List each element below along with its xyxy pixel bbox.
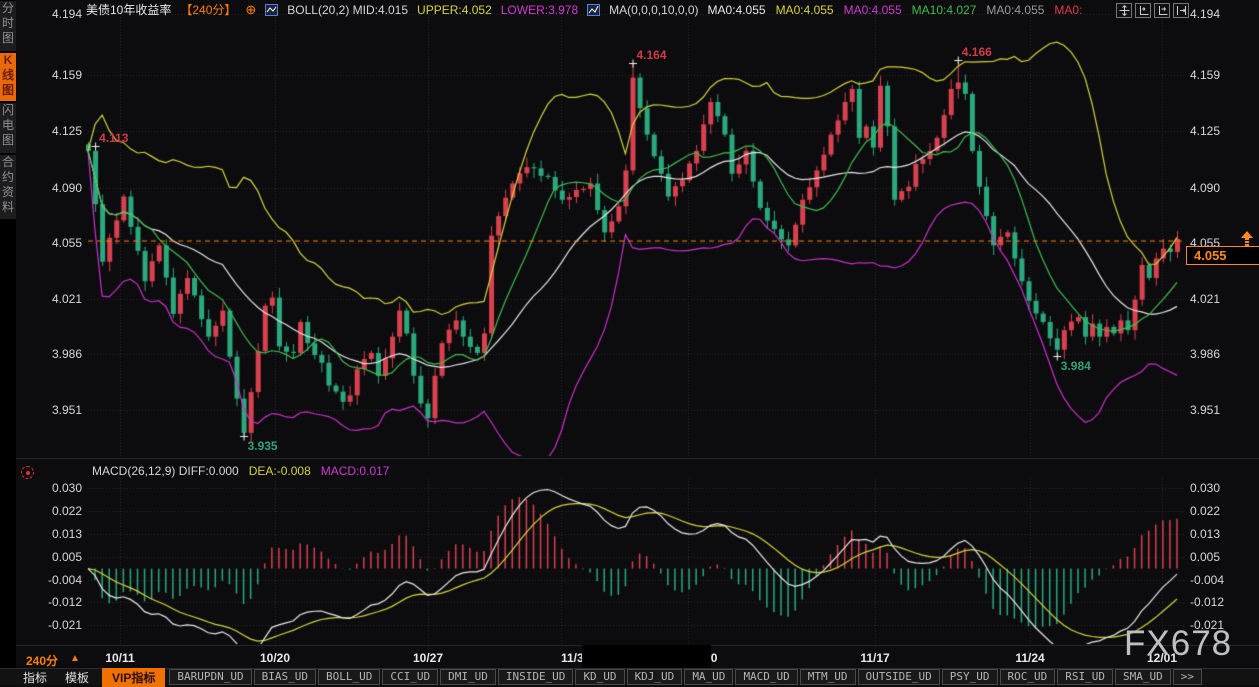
crosshair-icon[interactable]: [1116, 3, 1132, 18]
period-collapse-arrow[interactable]: ▲: [70, 653, 80, 664]
axis-overlay-box: [582, 645, 711, 668]
sidebar: 分 时 图 K 线 图闪 电 图合 约 资 料: [0, 0, 16, 685]
tab-rsi_ud[interactable]: RSI_UD: [1057, 669, 1113, 685]
period-badge[interactable]: 【240分】: [180, 1, 236, 18]
x-tick-11-3: 11/3: [561, 651, 584, 665]
window-toolbar: [1116, 3, 1189, 18]
tab-more[interactable]: >>: [1173, 669, 1202, 685]
macd-value-legend: MACD:0.017: [321, 464, 390, 478]
x-tick-10-20: 10/20: [260, 651, 290, 665]
tab-mtm_ud[interactable]: MTM_UD: [800, 669, 856, 685]
tab-outside_ud[interactable]: OUTSIDE_UD: [858, 669, 940, 685]
price-tick-right: 3.986: [1190, 347, 1220, 361]
price-tick-right: 4.021: [1190, 292, 1220, 306]
pane-divider-top: [16, 458, 1259, 459]
macd-diff-legend: MACD(26,12,9) DIFF:0.000: [92, 464, 239, 478]
ma-legend: MA(0,0,0,10,0,0): [609, 3, 698, 17]
plus-circle-icon[interactable]: ⊕: [245, 3, 256, 16]
macd-tick-right: 0.030: [1190, 481, 1220, 495]
extreme-label-3-984: 3.984: [1061, 359, 1091, 373]
tab-kd_ud[interactable]: KD_UD: [575, 669, 624, 685]
extreme-label-4-113: 4.113: [99, 131, 128, 145]
ma-value-4: MA10:4.027: [912, 3, 977, 17]
price-tick-right: 4.159: [1190, 68, 1220, 82]
tab-bias_ud[interactable]: BIAS_UD: [254, 669, 316, 685]
boll-indicator-icon[interactable]: [265, 4, 278, 16]
price-up-arrow-icon: [1240, 231, 1254, 252]
tab-vip-indicator[interactable]: VIP指标: [102, 668, 165, 687]
boll-lower-legend: LOWER:3.978: [501, 3, 578, 17]
ma-value-5: MA0:4.055: [986, 3, 1044, 17]
ma-value-3: MA0:4.055: [844, 3, 902, 17]
price-tick-right: 4.090: [1190, 181, 1220, 195]
macd-tick-right: -0.004: [1190, 573, 1224, 587]
ma-value-6: MA0:: [1054, 3, 1082, 17]
period-footer-label[interactable]: 240分: [26, 652, 58, 669]
price-tick-right: 4.194: [1190, 7, 1220, 21]
macd-tick-right: 0.022: [1190, 504, 1220, 518]
ma-values: MA0:4.055 MA0:4.055 MA0:4.055 MA10:4.027 MA0…: [708, 3, 1083, 17]
tab-roc_ud[interactable]: ROC_UD: [1000, 669, 1056, 685]
ma-value-2: MA0:4.055: [776, 3, 834, 17]
sidebar-tab-2[interactable]: K 线 图: [0, 53, 16, 101]
instrument-title: 美债10年收益率: [86, 1, 171, 18]
pane-shift-icon[interactable]: [1173, 3, 1189, 18]
sidebar-tab-1[interactable]: 分 时 图: [0, 1, 16, 51]
macd-tick-right: -0.012: [1190, 595, 1224, 609]
extreme-label-4-166: 4.166: [962, 45, 992, 59]
tab-psy_ud[interactable]: PSY_UD: [942, 669, 998, 685]
trading-app-window: { "sidebar": { "tabs": [ {"label": "分时图"…: [0, 0, 1259, 685]
tab-indicator[interactable]: 指标: [14, 669, 56, 686]
price-tick-right: 3.951: [1190, 403, 1220, 417]
macd-dea-legend: DEA:-0.008: [249, 464, 311, 478]
tab-dmi_ud[interactable]: DMI_UD: [440, 669, 496, 685]
macd-tick-right: 0.005: [1190, 550, 1220, 564]
watermark: FX678: [1124, 624, 1232, 664]
chart-header: 美债10年收益率 【240分】 ⊕ BOLL(20,2) MID:4.015 U…: [86, 2, 1082, 17]
tab-kdj_ud[interactable]: KDJ_UD: [627, 669, 683, 685]
ma-indicator-icon[interactable]: [587, 4, 600, 16]
sidebar-tab-3[interactable]: 闪 电 图: [0, 103, 16, 153]
tab-inside_ud[interactable]: INSIDE_UD: [498, 669, 574, 685]
ma-value-1: MA0:4.055: [708, 3, 766, 17]
extreme-label-4-164: 4.164: [637, 48, 667, 62]
macd-tick-right: 0.013: [1190, 527, 1220, 541]
x-tick-11-24: 11/24: [1015, 651, 1044, 665]
tab-boll_ud[interactable]: BOLL_UD: [318, 669, 380, 685]
boll-legend: BOLL(20,2) MID:4.015: [287, 3, 408, 17]
tab-template[interactable]: 模板: [56, 669, 98, 686]
tab-macd_ud[interactable]: MACD_UD: [735, 669, 797, 685]
pane-right-icon[interactable]: [1154, 3, 1170, 18]
macd-header: MACD(26,12,9) DIFF:0.000 DEA:-0.008 MACD…: [92, 464, 389, 478]
tab-ma_ud[interactable]: MA_UD: [684, 669, 733, 685]
indicator-tabbar: 指标模板VIP指标BARUPDN_UDBIAS_UDBOLL_UDCCI_UDD…: [0, 668, 1259, 685]
extreme-label-3-935: 3.935: [248, 439, 278, 453]
tab-sma_ud[interactable]: SMA_UD: [1115, 669, 1171, 685]
sidebar-tab-4[interactable]: 合 约 资 料: [0, 155, 16, 219]
x-tick-11-17: 11/17: [860, 651, 889, 665]
x-tick-10-11: 10/11: [105, 651, 134, 665]
tab-barupdn_ud[interactable]: BARUPDN_UD: [169, 669, 251, 685]
indicator-pane-icon[interactable]: [21, 466, 34, 479]
pane-left-icon[interactable]: [1135, 3, 1151, 18]
tab-cci_ud[interactable]: CCI_UD: [382, 669, 438, 685]
price-tick-right: 4.125: [1190, 124, 1220, 138]
kline-chart-canvas[interactable]: [0, 0, 1259, 685]
x-tick-10-27: 10/27: [413, 651, 443, 665]
boll-upper-legend: UPPER:4.052: [417, 3, 492, 17]
